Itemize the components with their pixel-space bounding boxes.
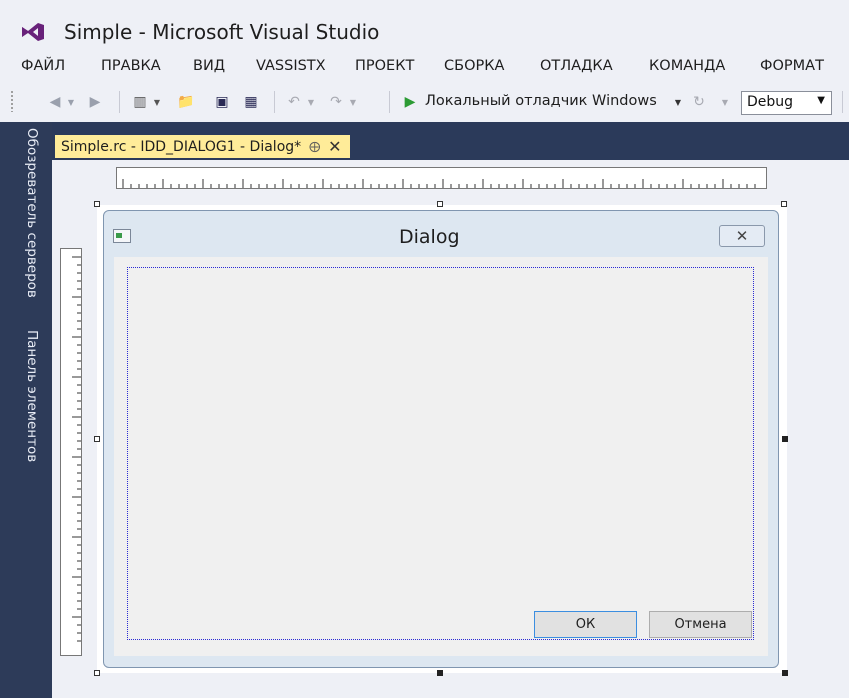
- menu-item-edit[interactable]: ПРАВКА: [101, 58, 161, 74]
- resize-handle-left[interactable]: [94, 436, 100, 442]
- resize-handle-top-left[interactable]: [94, 201, 100, 207]
- toolbar-separator: [274, 91, 275, 113]
- close-tab-icon[interactable]: ✕: [328, 137, 341, 156]
- debugger-dropdown-icon[interactable]: ▼: [673, 93, 683, 111]
- horizontal-ruler-ticks: [122, 179, 756, 188]
- dialog-close-icon[interactable]: ✕: [719, 225, 765, 247]
- document-tab-label: Simple.rc - IDD_DIALOG1 - Dialog*: [61, 138, 302, 155]
- new-project-icon[interactable]: ▥: [130, 93, 150, 111]
- toolbar-separator: [389, 91, 390, 113]
- server-explorer-tab[interactable]: Обозреватель серверов: [24, 128, 40, 298]
- menu-item-file[interactable]: ФАЙЛ: [21, 58, 65, 74]
- start-debugging-icon[interactable]: ▶: [402, 93, 418, 111]
- save-icon[interactable]: ▣: [213, 93, 231, 111]
- visual-studio-logo-icon: [22, 23, 44, 41]
- document-tab[interactable]: Simple.rc - IDD_DIALOG1 - Dialog* ⨁ ✕: [55, 135, 350, 158]
- menu-item-vassistx[interactable]: VASSISTX: [256, 58, 326, 74]
- toolbar-grip[interactable]: [10, 90, 14, 112]
- undo-dropdown-icon[interactable]: ▼: [306, 93, 316, 111]
- menu-item-project[interactable]: ПРОЕКТ: [355, 58, 414, 74]
- resize-handle-top-right[interactable]: [781, 201, 787, 207]
- menu-item-build[interactable]: СБОРКА: [444, 58, 504, 74]
- navigate-back-icon[interactable]: ◀: [46, 93, 64, 111]
- toolbar-separator: [842, 91, 843, 113]
- configuration-value: Debug: [747, 94, 794, 110]
- pin-icon[interactable]: ⨁: [309, 140, 320, 153]
- open-file-icon[interactable]: 📁: [176, 93, 196, 111]
- dialog-title: Dialog: [399, 226, 460, 248]
- toolbar-separator: [119, 91, 120, 113]
- refresh-dropdown-icon[interactable]: ▼: [720, 93, 730, 111]
- toolbox-tab[interactable]: Панель элементов: [24, 330, 40, 462]
- vertical-ruler: [60, 248, 82, 656]
- ok-button[interactable]: ОК: [534, 611, 637, 638]
- resize-handle-right[interactable]: [782, 436, 788, 442]
- chevron-down-icon: ▼: [817, 95, 825, 106]
- navigate-forward-icon[interactable]: ▶: [86, 93, 104, 111]
- new-project-dropdown-icon[interactable]: ▼: [152, 93, 162, 111]
- window-title: Simple - Microsoft Visual Studio: [64, 20, 380, 44]
- dialog-window-icon: [113, 229, 131, 243]
- solution-configuration-select[interactable]: Debug ▼: [741, 91, 832, 115]
- menu-item-format[interactable]: ФОРМАТ: [760, 58, 824, 74]
- menu-item-view[interactable]: ВИД: [193, 58, 225, 74]
- resize-handle-bottom-right[interactable]: [782, 670, 788, 676]
- horizontal-ruler: [116, 167, 767, 189]
- redo-dropdown-icon[interactable]: ▼: [348, 93, 358, 111]
- resize-handle-bottom[interactable]: [437, 670, 443, 676]
- cancel-button[interactable]: Отмена: [649, 611, 752, 638]
- resize-handle-top[interactable]: [437, 201, 443, 207]
- redo-icon[interactable]: ↷: [326, 93, 346, 111]
- refresh-icon[interactable]: ↻: [690, 93, 708, 111]
- debugger-target-label[interactable]: Локальный отладчик Windows: [425, 93, 657, 109]
- back-dropdown-icon[interactable]: ▼: [66, 93, 76, 111]
- resize-handle-bottom-left[interactable]: [94, 670, 100, 676]
- save-all-icon[interactable]: ▦: [240, 93, 262, 111]
- menu-item-team[interactable]: КОМАНДА: [649, 58, 725, 74]
- vertical-ruler-ticks: [72, 256, 81, 642]
- dialog-margin-guide: [127, 267, 754, 640]
- menu-item-debug[interactable]: ОТЛАДКА: [540, 58, 613, 74]
- undo-icon[interactable]: ↶: [284, 93, 304, 111]
